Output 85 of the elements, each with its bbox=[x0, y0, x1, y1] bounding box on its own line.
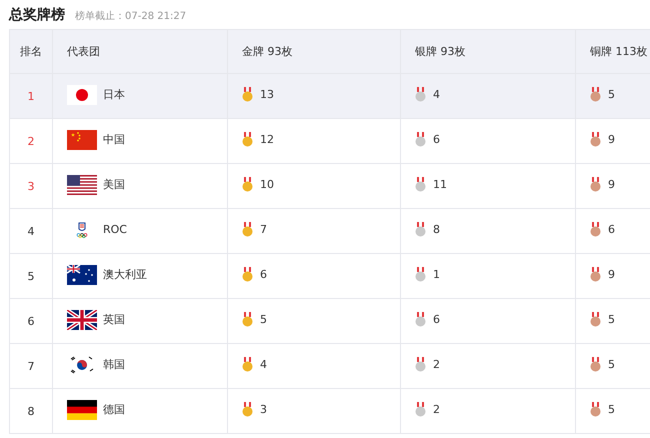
rank-cell: 4 bbox=[10, 208, 52, 254]
team-name: ROC bbox=[103, 223, 127, 236]
medal-icon bbox=[590, 132, 601, 147]
column-header: 金牌 93枚 bbox=[228, 30, 400, 74]
medal-icon bbox=[415, 87, 426, 102]
medal-icon bbox=[415, 267, 426, 282]
medal-count: 5 bbox=[608, 88, 615, 101]
table-row[interactable]: 5 澳大利亚 6 1 9 bbox=[10, 254, 650, 298]
medal-count: 6 bbox=[433, 313, 440, 326]
medal-icon bbox=[242, 222, 253, 237]
team-name: 韩国 bbox=[103, 357, 125, 372]
rank-cell: 1 bbox=[10, 74, 52, 118]
team-name: 德国 bbox=[103, 402, 125, 417]
medal-count: 3 bbox=[260, 403, 267, 416]
team-name: 日本 bbox=[103, 87, 125, 102]
update-time: 榜单截止：07-28 21:27 bbox=[75, 10, 186, 23]
medal-icon bbox=[590, 357, 601, 372]
flag-icon bbox=[67, 174, 97, 194]
table-row[interactable]: 2 中国 12 6 9 bbox=[10, 118, 650, 164]
team-name: 美国 bbox=[103, 177, 125, 192]
medal-icon bbox=[242, 267, 253, 282]
medal-icon bbox=[590, 177, 601, 192]
medal-count: 4 bbox=[260, 358, 267, 371]
table-row[interactable]: 7 韩国 4 2 5 bbox=[10, 344, 650, 388]
medal-count: 12 bbox=[260, 133, 274, 146]
medal-count: 4 bbox=[433, 88, 440, 101]
medal-icon bbox=[242, 402, 253, 417]
flag-icon bbox=[67, 400, 97, 420]
medal-count: 9 bbox=[608, 268, 615, 281]
rank-cell: 7 bbox=[10, 344, 52, 388]
column-header: 铜牌 113枚 bbox=[576, 30, 650, 74]
medal-icon bbox=[242, 177, 253, 192]
medal-count: 5 bbox=[608, 313, 615, 326]
medal-count: 6 bbox=[608, 223, 615, 236]
medal-icon bbox=[242, 87, 253, 102]
table-row[interactable]: 4 ROC 7 8 6 bbox=[10, 208, 650, 254]
medal-icon bbox=[415, 402, 426, 417]
medal-icon bbox=[242, 357, 253, 372]
medal-count: 6 bbox=[260, 268, 267, 281]
page-title: 总奖牌榜 bbox=[9, 6, 65, 24]
rank-cell: 3 bbox=[10, 164, 52, 208]
medal-icon bbox=[415, 312, 426, 327]
medal-icon bbox=[242, 132, 253, 147]
table-row[interactable]: 3 美国 10 11 9 bbox=[10, 164, 650, 208]
rank-cell: 6 bbox=[10, 298, 52, 344]
medal-icon bbox=[590, 267, 601, 282]
medal-count: 6 bbox=[433, 133, 440, 146]
column-header: 代表团 bbox=[52, 30, 228, 74]
medal-count: 10 bbox=[260, 178, 274, 191]
team-name: 澳大利亚 bbox=[103, 267, 147, 282]
medal-icon bbox=[590, 402, 601, 417]
rank-cell: 2 bbox=[10, 118, 52, 164]
medal-icon bbox=[590, 87, 601, 102]
medal-icon bbox=[415, 357, 426, 372]
medal-count: 9 bbox=[608, 178, 615, 191]
team-name: 英国 bbox=[103, 312, 125, 327]
medal-icon bbox=[242, 312, 253, 327]
medal-count: 9 bbox=[608, 133, 615, 146]
medal-count: 11 bbox=[433, 178, 447, 191]
column-header: 排名 bbox=[10, 30, 52, 74]
flag-icon bbox=[67, 130, 97, 150]
medal-count: 2 bbox=[433, 403, 440, 416]
medal-icon bbox=[415, 177, 426, 192]
team-name: 中国 bbox=[103, 132, 125, 147]
medal-count: 5 bbox=[260, 313, 267, 326]
table-row[interactable]: 6 英国 5 6 5 bbox=[10, 298, 650, 344]
medal-icon bbox=[415, 132, 426, 147]
medal-count: 8 bbox=[433, 223, 440, 236]
medal-count: 13 bbox=[260, 88, 274, 101]
table-row[interactable]: 1 日本 13 4 5 bbox=[10, 74, 650, 118]
flag-icon bbox=[67, 84, 97, 104]
medal-count: 2 bbox=[433, 358, 440, 371]
medal-count: 1 bbox=[433, 268, 440, 281]
table-row[interactable]: 8 德国 3 2 5 bbox=[10, 388, 650, 434]
rank-cell: 5 bbox=[10, 254, 52, 298]
rank-cell: 8 bbox=[10, 388, 52, 434]
medal-icon bbox=[590, 312, 601, 327]
column-header: 银牌 93枚 bbox=[400, 30, 576, 74]
flag-icon bbox=[67, 264, 97, 284]
medal-icon bbox=[415, 222, 426, 237]
flag-icon bbox=[67, 310, 97, 330]
medal-count: 7 bbox=[260, 223, 267, 236]
medal-icon bbox=[590, 222, 601, 237]
medal-count: 5 bbox=[608, 358, 615, 371]
medal-count: 5 bbox=[608, 403, 615, 416]
